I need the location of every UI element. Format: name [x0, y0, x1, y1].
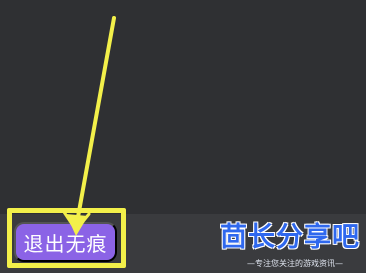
watermark-title: 茴长分享吧 [220, 222, 360, 253]
watermark-subtitle: —专注您关注的游戏资讯— [247, 259, 343, 268]
exit-incognito-button[interactable]: 退出无痕 [14, 222, 117, 262]
app-screen: 退出无痕 茴长分享吧 —专注您关注的游戏资讯— [0, 0, 366, 273]
